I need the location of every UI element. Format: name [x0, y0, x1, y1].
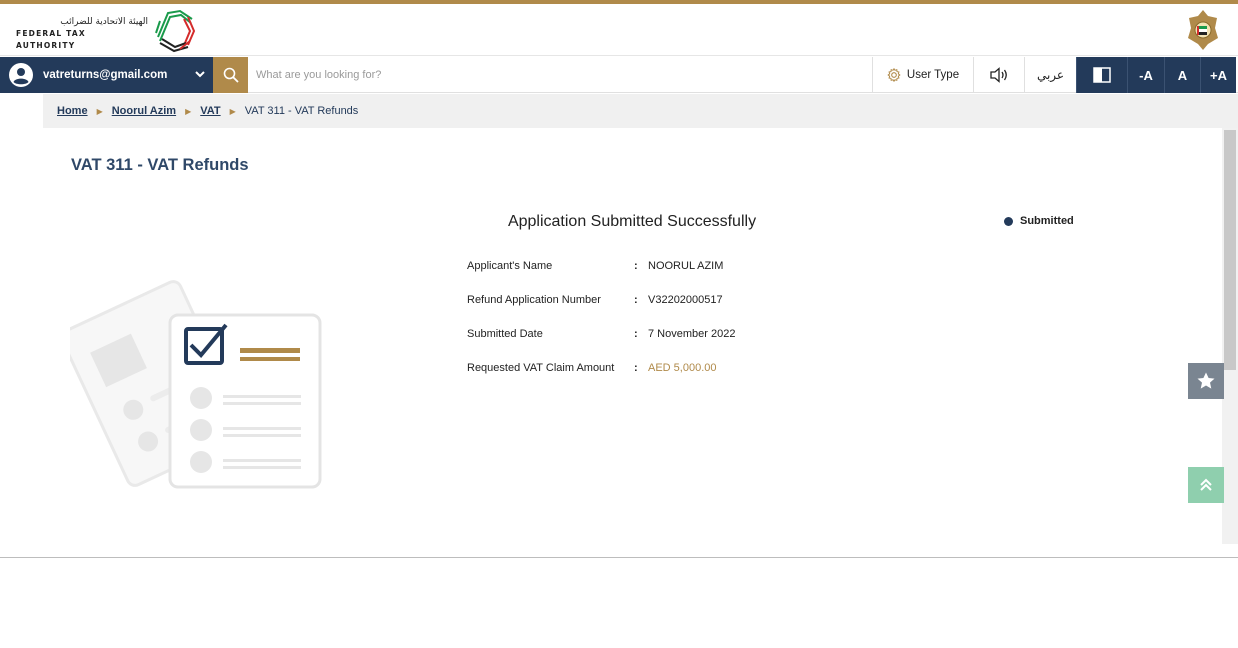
- contrast-toggle-button[interactable]: [1076, 57, 1127, 93]
- detail-label: Applicant's Name: [467, 260, 553, 272]
- detail-row-submitted-date: Submitted Date : 7 November 2022: [467, 328, 735, 362]
- breadcrumb-arrow-icon: ▶: [185, 106, 192, 116]
- detail-label: Refund Application Number: [467, 294, 601, 306]
- breadcrumb-user[interactable]: Noorul Azim: [112, 105, 176, 117]
- user-type-label: User Type: [906, 69, 960, 81]
- page-scrollbar[interactable]: [1222, 128, 1238, 544]
- language-arabic-link[interactable]: عربي: [1024, 57, 1076, 93]
- status-dot-icon: [1004, 216, 1013, 226]
- detail-value: V32202000517: [648, 294, 723, 306]
- detail-label: Submitted Date: [467, 328, 543, 340]
- logo-english-text: FEDERAL TAX AUTHORITY: [16, 29, 86, 50]
- search-button[interactable]: [213, 57, 248, 93]
- user-avatar-icon: [9, 63, 33, 87]
- detail-value: NOORUL AZIM: [648, 260, 724, 272]
- detail-colon: :: [634, 260, 638, 272]
- scroll-to-top-button[interactable]: [1188, 467, 1224, 503]
- breadcrumb-arrow-icon: ▶: [229, 106, 236, 116]
- contrast-icon: [1093, 67, 1111, 83]
- breadcrumb: Home ▶ Noorul Azim ▶ VAT ▶ VAT 311 - VAT…: [43, 94, 1238, 128]
- double-chevron-up-icon: [1200, 478, 1212, 491]
- status-badge: Submitted: [1004, 215, 1074, 227]
- screen-reader-button[interactable]: [973, 57, 1024, 93]
- detail-colon: :: [634, 328, 638, 340]
- favourite-button[interactable]: [1188, 363, 1224, 399]
- fta-logo-text[interactable]: الهيئة الاتحادية للضرائب FEDERAL TAX AUT…: [16, 16, 148, 52]
- breadcrumb-arrow-icon: ▶: [96, 106, 103, 116]
- detail-row-application-number: Refund Application Number : V32202000517: [467, 294, 735, 328]
- breadcrumb-vat[interactable]: VAT: [200, 105, 220, 117]
- logo-arabic-text: الهيئة الاتحادية للضرائب: [60, 17, 148, 27]
- font-decrease-button[interactable]: -A: [1127, 57, 1164, 93]
- uae-emblem-icon: [1188, 10, 1218, 50]
- detail-row-applicant-name: Applicant's Name : NOORUL AZIM: [467, 260, 735, 294]
- chevron-down-icon: [195, 71, 205, 78]
- submitted-application-illustration: [70, 280, 322, 489]
- fta-logo-icon[interactable]: [150, 7, 196, 53]
- font-increase-button[interactable]: +A: [1200, 57, 1236, 93]
- success-heading: Application Submitted Successfully: [507, 213, 757, 230]
- user-type-button[interactable]: User Type: [872, 57, 973, 93]
- page-title: VAT 311 - VAT Refunds: [71, 156, 249, 174]
- site-header: الهيئة الاتحادية للضرائب FEDERAL TAX AUT…: [0, 4, 1238, 56]
- gear-icon: [887, 68, 901, 82]
- detail-colon: :: [634, 362, 638, 374]
- speaker-icon: [990, 67, 1007, 83]
- top-navbar: vatreturns@gmail.com User Type عربي -A: [0, 57, 1238, 93]
- breadcrumb-current: VAT 311 - VAT Refunds: [244, 105, 359, 117]
- user-account-dropdown[interactable]: vatreturns@gmail.com: [0, 57, 213, 93]
- content-bottom-divider: [0, 557, 1238, 558]
- status-label: Submitted: [1020, 215, 1074, 227]
- search-icon: [223, 67, 239, 83]
- font-normal-button[interactable]: A: [1164, 57, 1200, 93]
- detail-value: 7 November 2022: [648, 328, 736, 340]
- detail-label: Requested VAT Claim Amount: [467, 362, 615, 374]
- detail-colon: :: [634, 294, 638, 306]
- star-icon: [1197, 372, 1215, 389]
- detail-value-amount: AED 5,000.00: [648, 362, 717, 374]
- application-details: Applicant's Name : NOORUL AZIM Refund Ap…: [467, 260, 735, 396]
- breadcrumb-home[interactable]: Home: [57, 105, 88, 117]
- search-input[interactable]: [256, 65, 756, 85]
- scrollbar-thumb[interactable]: [1224, 130, 1236, 370]
- detail-row-claim-amount: Requested VAT Claim Amount : AED 5,000.0…: [467, 362, 735, 396]
- user-email: vatreturns@gmail.com: [43, 69, 168, 81]
